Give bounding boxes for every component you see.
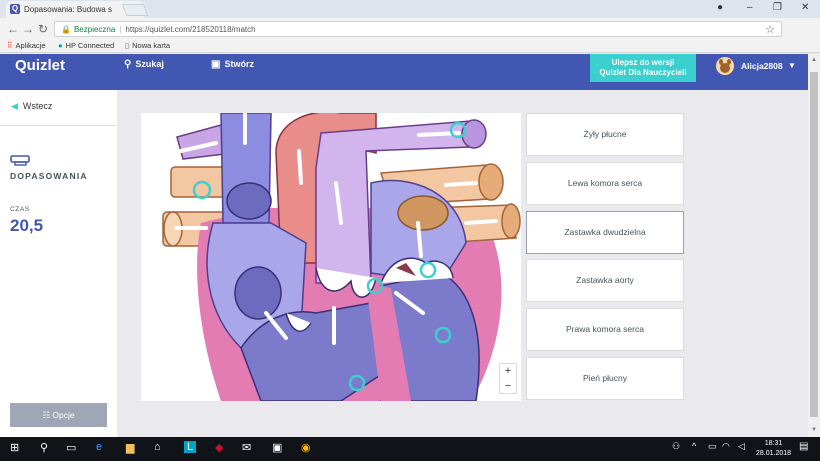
time-value: 20,5 xyxy=(10,216,44,235)
scroll-up-icon[interactable]: ▲ xyxy=(811,57,817,63)
username[interactable]: Alicja2808 xyxy=(741,61,783,71)
windows-taskbar: ⊞ ⚲ ▭ e ▆ ⌂ L ◆ ✉ ▣ ◉ ⚇ ^ ▭ ◠ ◁ 18:31 28… xyxy=(0,437,820,461)
user-avatar[interactable] xyxy=(716,57,734,75)
address-bar-row: ← → ↻ 🔒 Bezpieczna | https://quizlet.com/21… xyxy=(0,18,820,53)
notifications-icon[interactable]: ▤ xyxy=(799,441,808,452)
term-card-mitral-valve[interactable]: Zastawka dwudzielna xyxy=(526,211,684,254)
upgrade-button[interactable]: Ulepsz do wersji Quizlet Dla Nauczycieli xyxy=(590,54,696,82)
options-button[interactable]: ☷ Opcje xyxy=(10,403,107,427)
bookmark-hp-connected[interactable]: ● HP Connected xyxy=(58,41,114,50)
tray-chevron-icon[interactable]: ^ xyxy=(692,441,696,451)
edge-browser-icon[interactable]: e xyxy=(96,441,102,453)
clock-time: 18:31 xyxy=(764,440,783,447)
store-icon[interactable]: ⌂ xyxy=(154,441,161,453)
term-card-right-ventricle[interactable]: Prawa komora serca xyxy=(526,308,684,351)
people-icon[interactable]: ⚇ xyxy=(672,441,680,452)
heart-diagram xyxy=(141,113,521,401)
secure-label: Bezpieczna xyxy=(73,25,116,34)
bookmark-apps[interactable]: ⠿ Aplikacje xyxy=(7,41,46,50)
sidebar-divider xyxy=(0,125,117,126)
site-header: Quizlet ⚲ Szukaj ▣ Stwórz Ulepsz do wersji… xyxy=(0,54,808,90)
upgrade-line-1: Ulepsz do wersji xyxy=(611,58,675,67)
maximize-icon[interactable]: ❐ xyxy=(773,2,782,13)
match-mode-icon xyxy=(10,155,30,166)
app-l-icon[interactable]: L xyxy=(184,441,197,453)
bookmark-new-tab[interactable]: ▯ Nowa karta xyxy=(125,41,170,50)
avatar-animal-icon xyxy=(716,57,734,75)
zoom-out-button[interactable]: − xyxy=(500,379,516,394)
wifi-icon[interactable]: ◠ xyxy=(722,441,730,452)
create-nav-button[interactable]: ▣ Stwórz xyxy=(211,59,254,70)
chevron-down-icon[interactable]: ▼ xyxy=(788,61,796,70)
new-tab-button[interactable] xyxy=(121,4,149,16)
windows-start-icon[interactable]: ⊞ xyxy=(10,441,19,454)
back-nav-icon[interactable]: ← xyxy=(7,22,19,36)
term-card-left-ventricle[interactable]: Lewa komora serca xyxy=(526,162,684,205)
profile-icon[interactable]: ● xyxy=(717,2,723,13)
term-card-pulmonary-veins[interactable]: Żyły płucne xyxy=(526,113,684,156)
page-scrollbar[interactable]: ▲ ▼ xyxy=(808,54,820,437)
heart-illustration xyxy=(162,113,521,401)
quizlet-favicon-icon: Q xyxy=(10,4,20,14)
term-card-pulmonary-trunk[interactable]: Pień płucny xyxy=(526,357,684,400)
volume-icon[interactable]: ◁ xyxy=(738,441,745,452)
back-arrow-icon: ◀ xyxy=(11,101,18,111)
page-icon: ▯ xyxy=(125,41,130,50)
zoom-in-button[interactable]: + xyxy=(500,364,516,379)
clock-date: 28.01.2018 xyxy=(756,450,792,457)
app-icon[interactable]: ▣ xyxy=(272,441,282,454)
close-window-icon[interactable]: ✕ xyxy=(801,2,809,13)
bookmark-star-icon[interactable]: ☆ xyxy=(765,23,775,36)
quizlet-logo[interactable]: Quizlet xyxy=(15,57,65,74)
mcafee-icon[interactable]: ◆ xyxy=(215,441,223,454)
url-input[interactable]: 🔒 Bezpieczna | https://quizlet.com/21852011… xyxy=(54,21,782,37)
mode-title: DOPASOWANIA xyxy=(10,171,88,181)
hp-logo-icon: ● xyxy=(58,41,63,50)
upgrade-line-2: Quizlet Dla Nauczycieli xyxy=(599,68,687,77)
diagram-zoom-controls: + − xyxy=(499,363,517,394)
minimize-icon[interactable]: – xyxy=(747,2,753,13)
term-card-aortic-valve[interactable]: Zastawka aorty xyxy=(526,259,684,302)
create-plus-icon: ▣ xyxy=(211,59,221,70)
scrollbar-thumb[interactable] xyxy=(810,72,818,417)
reload-icon[interactable]: ↻ xyxy=(38,22,48,36)
tab-title: Dopasowania: Budowa s xyxy=(24,5,113,14)
scroll-down-icon[interactable]: ▼ xyxy=(811,427,817,433)
back-button[interactable]: ◀ Wstecz xyxy=(11,101,52,112)
settings-sliders-icon: ☷ xyxy=(42,410,53,420)
match-sidebar: ◀ Wstecz DOPASOWANIA CZAS 20,5 ☷ Opcje xyxy=(0,90,117,437)
lock-icon: 🔒 xyxy=(61,25,71,34)
search-nav-button[interactable]: ⚲ Szukaj xyxy=(124,59,164,70)
task-view-icon[interactable]: ▭ xyxy=(66,441,76,454)
mail-icon[interactable]: ✉ xyxy=(242,441,251,454)
file-explorer-icon[interactable]: ▆ xyxy=(126,441,134,454)
apps-grid-icon: ⠿ xyxy=(7,41,13,50)
search-icon[interactable]: ⚲ xyxy=(40,441,48,454)
browser-tab-bar: Q Dopasowania: Budowa s × ● – ❐ ✕ xyxy=(0,0,820,18)
network-icon[interactable]: ▭ xyxy=(708,441,717,452)
forward-nav-icon[interactable]: → xyxy=(22,22,34,36)
taskbar-clock[interactable]: 18:31 28.01.2018 xyxy=(756,439,791,459)
time-label: CZAS xyxy=(10,206,30,213)
url-text: https://quizlet.com/218520118/match xyxy=(125,25,256,34)
search-icon: ⚲ xyxy=(124,59,132,70)
url-separator: | xyxy=(119,25,122,34)
chrome-icon[interactable]: ◉ xyxy=(301,441,311,454)
bookmarks-bar: ⠿ Aplikacje ● HP Connected ▯ Nowa karta xyxy=(0,40,820,53)
